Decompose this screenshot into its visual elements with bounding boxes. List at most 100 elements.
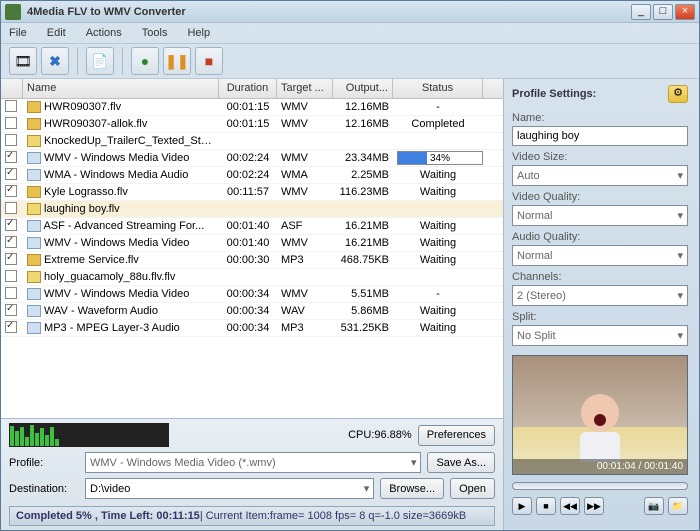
table-row[interactable]: Extreme Service.flv00:00:30MP3468.75KBWa… (1, 252, 503, 269)
list-header: Name Duration Target ... Output... Statu… (1, 79, 503, 99)
col-name[interactable]: Name (23, 79, 219, 98)
preferences-button[interactable]: Preferences (418, 425, 495, 446)
channels-combo[interactable]: 2 (Stereo) (512, 285, 688, 306)
add-profile-button[interactable]: 📄 (86, 47, 114, 75)
file-icon (27, 169, 41, 181)
table-row[interactable]: ASF - Advanced Streaming For...00:01:40A… (1, 218, 503, 235)
split-combo[interactable]: No Split (512, 325, 688, 346)
file-icon (27, 186, 41, 198)
window-title: 4Media FLV to WMV Converter (27, 6, 631, 18)
video-size-combo[interactable]: Auto (512, 165, 688, 186)
table-row[interactable]: laughing boy.flv (1, 201, 503, 218)
table-row[interactable]: WMV - Windows Media Video00:02:24WMV23.3… (1, 150, 503, 167)
file-icon (27, 254, 41, 266)
table-row[interactable]: holy_guacamoly_88u.flv.flv (1, 269, 503, 286)
row-checkbox[interactable] (5, 219, 17, 231)
menubar: File Edit Actions Tools Help (1, 23, 699, 43)
advanced-settings-button[interactable]: ⚙ (668, 85, 688, 103)
activity-meter (9, 423, 169, 447)
profile-label: Profile: (9, 457, 79, 469)
status-bold: Completed 5% , Time Left: 00:11:15 (16, 510, 200, 522)
menu-edit[interactable]: Edit (47, 27, 66, 39)
save-as-button[interactable]: Save As... (427, 452, 495, 473)
bottom-panel: CPU:96.88% Preferences Profile: WMV - Wi… (1, 418, 503, 530)
table-row[interactable]: WMV - Windows Media Video00:00:34WMV5.51… (1, 286, 503, 303)
snapshot-folder-button[interactable]: 📁 (668, 497, 688, 515)
player-play-button[interactable]: ▶ (512, 497, 532, 515)
folder-icon (27, 203, 41, 215)
cpu-label: CPU:96.88% (348, 429, 412, 441)
open-button[interactable]: Open (450, 478, 495, 499)
table-row[interactable]: HWR090307-allok.flv00:01:15WMV12.16MBCom… (1, 116, 503, 133)
video-size-label: Video Size: (512, 151, 688, 163)
col-output[interactable]: Output... (333, 79, 393, 98)
row-checkbox[interactable] (5, 287, 17, 299)
status-bar: Completed 5% , Time Left: 00:11:15 | Cur… (9, 506, 495, 526)
menu-help[interactable]: Help (187, 27, 210, 39)
row-checkbox[interactable] (5, 168, 17, 180)
row-checkbox[interactable] (5, 117, 17, 129)
remove-button[interactable]: ✖ (41, 47, 69, 75)
table-row[interactable]: WMA - Windows Media Audio00:02:24WMA2.25… (1, 167, 503, 184)
menu-tools[interactable]: Tools (142, 27, 168, 39)
row-checkbox[interactable] (5, 134, 17, 146)
profile-combo[interactable]: WMV - Windows Media Video (*.wmv) (85, 452, 421, 473)
video-quality-combo[interactable]: Normal (512, 205, 688, 226)
player-prev-button[interactable]: ◀◀ (560, 497, 580, 515)
row-checkbox[interactable] (5, 253, 17, 265)
file-icon (27, 305, 41, 317)
file-icon (27, 152, 41, 164)
row-checkbox[interactable] (5, 185, 17, 197)
profile-settings-pane: Profile Settings: ⚙ Name: Video Size: Au… (504, 79, 696, 530)
folder-icon (27, 271, 41, 283)
close-button[interactable]: × (675, 4, 695, 20)
menu-file[interactable]: File (9, 27, 27, 39)
file-icon (27, 288, 41, 300)
row-checkbox[interactable] (5, 151, 17, 163)
app-window: 4Media FLV to WMV Converter _ □ × File E… (0, 0, 700, 531)
snapshot-button[interactable]: 📷 (644, 497, 664, 515)
file-icon (27, 118, 41, 130)
pause-button[interactable]: ❚❚ (163, 47, 191, 75)
player-stop-button[interactable]: ■ (536, 497, 556, 515)
add-file-button[interactable]: 🎞 (9, 47, 37, 75)
col-duration[interactable]: Duration (219, 79, 277, 98)
col-checkbox[interactable] (1, 79, 23, 98)
table-row[interactable]: HWR090307.flv00:01:15WMV12.16MB- (1, 99, 503, 116)
audio-quality-combo[interactable]: Normal (512, 245, 688, 266)
name-input[interactable] (512, 126, 688, 146)
minimize-button[interactable]: _ (631, 4, 651, 20)
player-next-button[interactable]: ▶▶ (584, 497, 604, 515)
table-row[interactable]: WAV - Waveform Audio00:00:34WAV5.86MBWai… (1, 303, 503, 320)
row-checkbox[interactable] (5, 304, 17, 316)
destination-input[interactable] (90, 483, 355, 495)
row-checkbox[interactable] (5, 100, 17, 112)
separator-icon (77, 47, 78, 75)
table-row[interactable]: MP3 - MPEG Layer-3 Audio00:00:34MP3531.2… (1, 320, 503, 337)
destination-combo[interactable] (85, 478, 374, 499)
start-button[interactable]: ● (131, 47, 159, 75)
preview-thumbnail (570, 394, 630, 464)
row-checkbox[interactable] (5, 270, 17, 282)
row-checkbox[interactable] (5, 236, 17, 248)
list-body[interactable]: HWR090307.flv00:01:15WMV12.16MB- HWR0903… (1, 99, 503, 418)
row-checkbox[interactable] (5, 202, 17, 214)
table-row[interactable]: Kyle Lograsso.flv00:11:57WMV116.23MBWait… (1, 184, 503, 201)
preview-time: 00:01:04 / 00:01:40 (513, 459, 687, 474)
titlebar[interactable]: 4Media FLV to WMV Converter _ □ × (1, 1, 699, 23)
video-quality-label: Video Quality: (512, 191, 688, 203)
table-row[interactable]: KnockedUp_TrailerC_Texted_Ster... (1, 133, 503, 150)
col-target[interactable]: Target ... (277, 79, 333, 98)
menu-actions[interactable]: Actions (86, 27, 122, 39)
browse-button[interactable]: Browse... (380, 478, 444, 499)
maximize-button[interactable]: □ (653, 4, 673, 20)
destination-label: Destination: (9, 483, 79, 495)
status-rest: | Current Item:frame= 1008 fps= 8 q=-1.0… (200, 510, 466, 522)
stop-button[interactable]: ■ (195, 47, 223, 75)
col-status[interactable]: Status (393, 79, 483, 98)
file-list-pane: Name Duration Target ... Output... Statu… (1, 79, 504, 530)
row-checkbox[interactable] (5, 321, 17, 333)
table-row[interactable]: WMV - Windows Media Video00:01:40WMV16.2… (1, 235, 503, 252)
seek-slider[interactable] (512, 482, 688, 490)
split-label: Split: (512, 311, 688, 323)
